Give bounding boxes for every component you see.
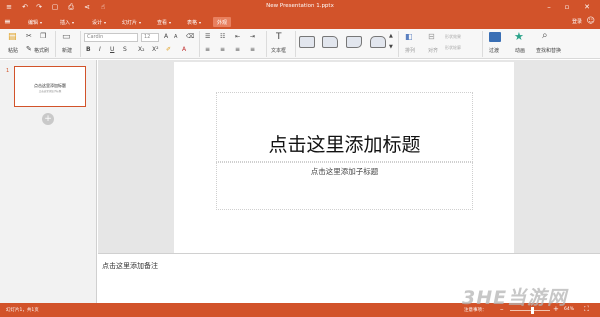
font-name-select[interactable]: Cardin (84, 33, 138, 42)
subtitle-placeholder-text: 点击这里添加子标题 (310, 167, 379, 176)
menu-slides[interactable]: 幻灯片 ▾ (122, 17, 141, 27)
menu-design[interactable]: 设计 ▾ (92, 17, 106, 27)
shape-rect[interactable] (299, 36, 315, 48)
decrease-indent-icon[interactable]: ⇤ (235, 33, 240, 40)
slide-canvas: 点击这里添加标题 点击这里添加子标题 (98, 60, 600, 253)
animation-icon[interactable]: ★ (514, 30, 524, 43)
shape-round-top[interactable] (370, 36, 386, 48)
subscript-icon[interactable]: X₂ (138, 46, 145, 53)
thumbnail-subtitle: 点击这里添加子标题 (38, 90, 62, 93)
textbox-icon[interactable]: T (276, 32, 282, 42)
menu-bar: ≡ 编辑 ▾ 插入 ▾ 设计 ▾ 幻灯片 ▾ 查看 ▾ 表格 ▾ 外观 登录 ☺ (0, 14, 600, 29)
paste-icon[interactable]: ▤ (8, 32, 17, 42)
separator (80, 31, 81, 57)
slide-thumbnail[interactable]: 点击这里添加标题 点击这里添加子标题 (14, 66, 86, 107)
grow-font-icon[interactable]: A (164, 33, 168, 40)
align-button[interactable]: 对齐 (428, 47, 438, 54)
maximize-button[interactable]: ▫ (562, 2, 572, 12)
copy-icon[interactable]: ❐ (40, 32, 46, 40)
ribbon-toolbar: ▤ 粘贴 ✂ ❐ ✎ 格式刷 ▭ 新建 Cardin 12 A A ⌫ B I … (0, 29, 600, 59)
menu-insert[interactable]: 插入 ▾ (60, 17, 74, 27)
slides-panel: 1 点击这里添加标题 点击这里添加子标题 + (0, 60, 97, 303)
close-button[interactable]: ✕ (582, 2, 592, 12)
separator (199, 31, 200, 57)
add-slide-icon[interactable]: + (42, 113, 54, 125)
find-replace-icon[interactable]: ⌕ (542, 30, 548, 41)
fit-to-window-icon[interactable]: ⛶ (584, 305, 589, 314)
shape-rounded[interactable] (346, 36, 362, 48)
slide-info: 幻灯片1，共1页 (6, 308, 39, 313)
shape-outline-button[interactable]: 形状轮廓 (445, 45, 461, 51)
transition-button[interactable]: 过渡 (489, 47, 499, 54)
user-icon[interactable]: ☺ (587, 16, 595, 25)
align-icon[interactable]: ⊟ (428, 32, 435, 41)
italic-icon[interactable]: I (99, 46, 101, 53)
shrink-font-icon[interactable]: A (174, 34, 177, 40)
watermark: 3HE当游网 (462, 287, 568, 309)
shape-effects-button[interactable]: 形状效果 (445, 34, 461, 40)
separator (482, 31, 483, 57)
menu-appearance[interactable]: 外观 (213, 17, 232, 27)
find-replace-button[interactable]: 查找和替换 (536, 47, 561, 54)
separator (55, 31, 56, 57)
slide-number: 1 (6, 68, 10, 74)
textbox-button[interactable]: 文本框 (271, 47, 286, 54)
align-right-icon[interactable]: ≡ (235, 46, 240, 53)
subtitle-placeholder[interactable]: 点击这里添加子标题 (216, 162, 473, 210)
new-slide-button[interactable]: 新建 (62, 47, 72, 54)
title-placeholder-text: 点击这里添加标题 (268, 134, 421, 156)
font-size-select[interactable]: 12 (141, 33, 159, 42)
slide[interactable]: 点击这里添加标题 点击这里添加子标题 (174, 62, 514, 253)
strikethrough-icon[interactable]: S (123, 46, 127, 53)
underline-icon[interactable]: U (110, 46, 114, 53)
animation-button[interactable]: 动画 (515, 47, 525, 54)
highlight-icon[interactable]: ✐ (166, 46, 171, 53)
window-title: New Presentation 1.pptx (266, 3, 334, 9)
hamburger-icon[interactable]: ≡ (4, 17, 11, 26)
format-painter-button[interactable]: 格式刷 (34, 47, 49, 54)
login-link[interactable]: 登录 (572, 18, 582, 25)
new-slide-icon[interactable]: ▭ (62, 32, 71, 42)
menu-view[interactable]: 查看 ▾ (157, 17, 171, 27)
cut-icon[interactable]: ✂ (26, 32, 32, 40)
justify-icon[interactable]: ≡ (250, 46, 255, 53)
menu-edit[interactable]: 编辑 ▾ (28, 17, 42, 27)
separator (295, 31, 296, 57)
clear-format-icon[interactable]: ⌫ (186, 33, 194, 40)
arrange-button[interactable]: 排列 (405, 47, 415, 54)
title-bar: ≡ ↶ ↷ ▢ ⎙ ⋖ ☝ New Presentation 1.pptx – … (0, 0, 600, 14)
menu-table[interactable]: 表格 ▾ (187, 17, 201, 27)
shape-gallery-up-icon[interactable]: ▲ (389, 33, 393, 39)
shape-gallery-down-icon[interactable]: ▼ (389, 44, 393, 50)
arrange-icon[interactable]: ◧ (405, 32, 413, 41)
title-placeholder[interactable]: 点击这里添加标题 (216, 92, 473, 162)
shape-snip[interactable] (322, 36, 338, 48)
numbered-list-icon[interactable]: ☷ (220, 33, 225, 40)
separator (266, 31, 267, 57)
notes-placeholder: 点击这里添加备注 (102, 262, 158, 270)
bullet-list-icon[interactable]: ☰ (205, 33, 210, 40)
transition-icon[interactable] (489, 32, 501, 42)
align-center-icon[interactable]: ≡ (220, 46, 225, 53)
format-painter-icon[interactable]: ✎ (26, 45, 32, 53)
align-left-icon[interactable]: ≡ (205, 46, 210, 53)
separator (398, 31, 399, 57)
superscript-icon[interactable]: X² (152, 46, 159, 53)
bold-icon[interactable]: B (86, 46, 91, 53)
minimize-button[interactable]: – (544, 2, 554, 12)
paste-button[interactable]: 粘贴 (8, 47, 18, 54)
increase-indent-icon[interactable]: ⇥ (250, 33, 255, 40)
font-color-icon[interactable]: A (182, 46, 186, 53)
